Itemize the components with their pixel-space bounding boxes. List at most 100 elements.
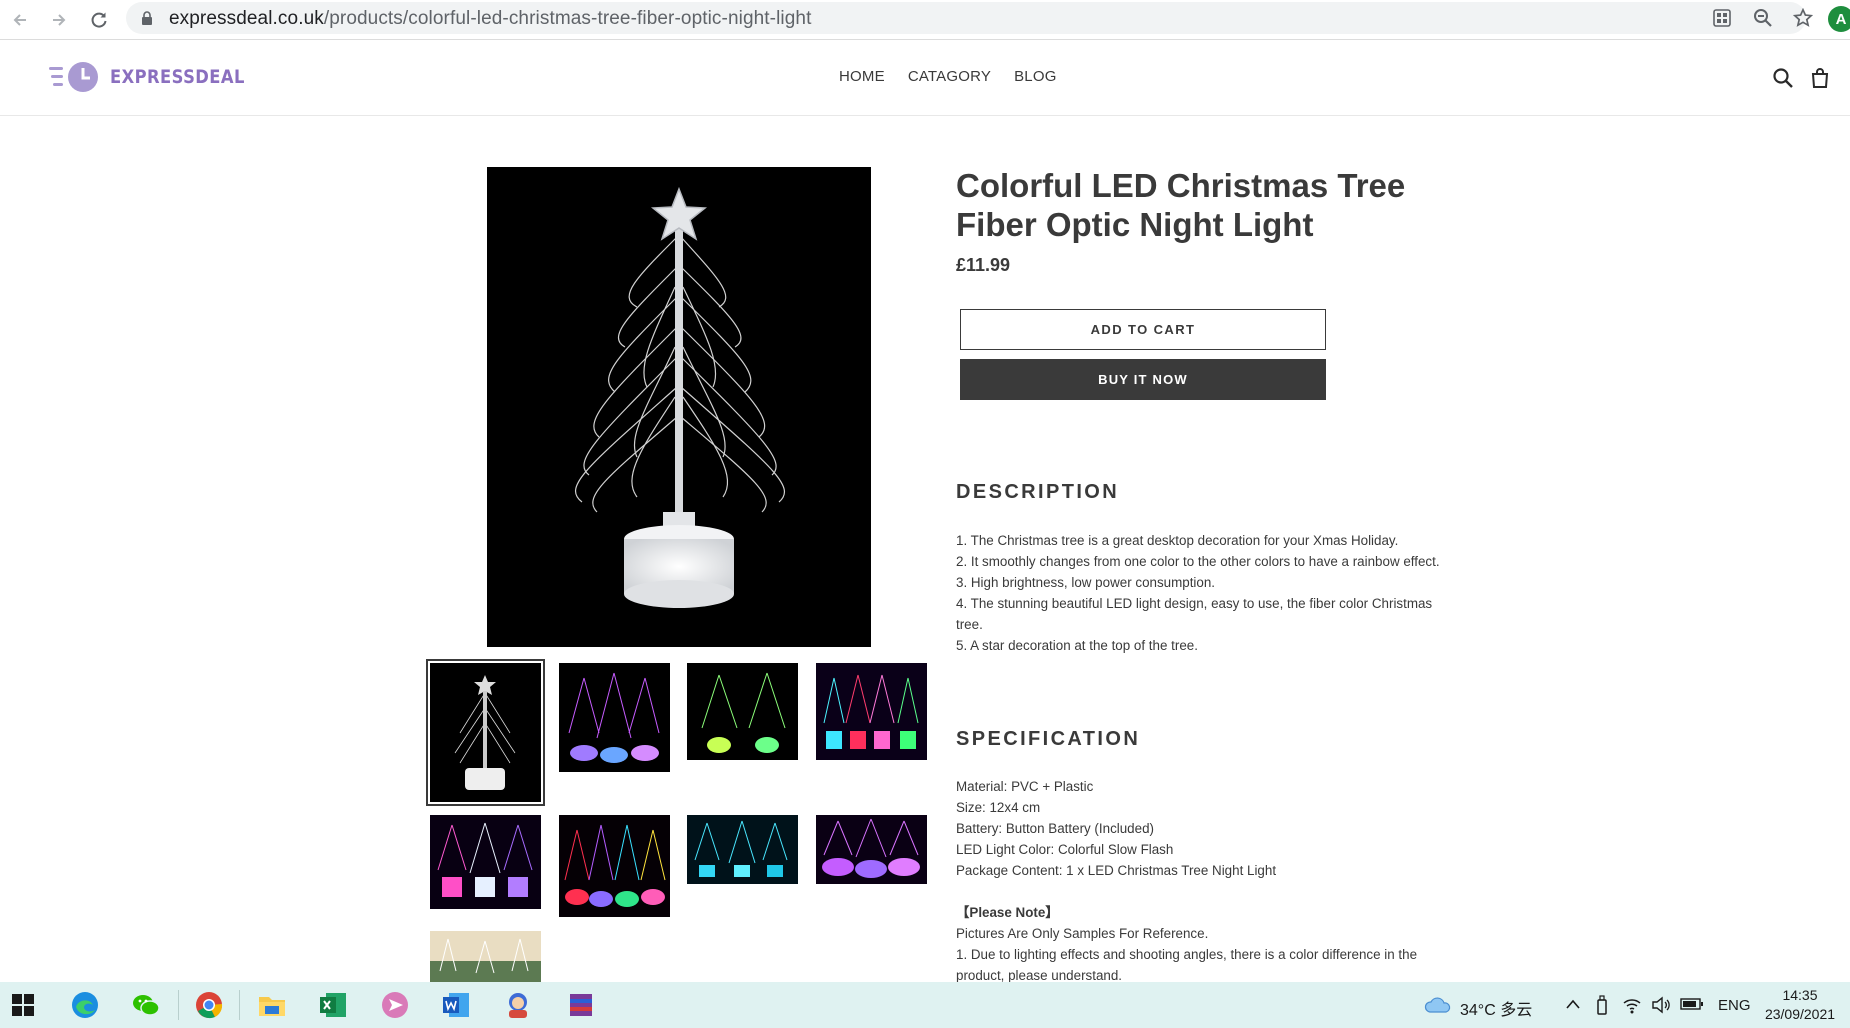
windows-taskbar: 34°C 多云 ENG 14:35 23/09/2021 (0, 982, 1850, 1028)
taskbar-game-app[interactable] (503, 990, 533, 1020)
bookmark-button[interactable] (1791, 6, 1815, 30)
battery-icon[interactable] (1680, 997, 1704, 1011)
note-text: 【Please Note】 Pictures Are Only Samples … (956, 902, 1456, 982)
thumbnail-7[interactable] (687, 815, 798, 884)
product-price: £11.99 (956, 255, 1011, 275)
edge-browser-icon (72, 992, 98, 1018)
address-bar[interactable]: expressdeal.co.uk/products/colorful-led-… (126, 2, 1813, 34)
spec-line: Battery: Button Battery (Included) (956, 821, 1154, 836)
thumbnail-8[interactable] (816, 815, 927, 884)
wifi-icon[interactable] (1622, 995, 1642, 1015)
winrar-icon (570, 994, 592, 1016)
excel-icon (320, 993, 346, 1017)
cart-bag-icon[interactable] (1808, 66, 1832, 90)
star-icon (1793, 8, 1813, 27)
thumb-rainbow-trees-image (559, 815, 670, 917)
taskbar-clock[interactable]: 14:35 23/09/2021 (1760, 986, 1840, 1024)
specification-heading: SPECIFICATION (956, 728, 1141, 750)
product-main-image[interactable] (487, 167, 871, 647)
main-navigation: HOME CATAGORY BLOG (839, 68, 1080, 85)
product-title: Colorful LED Christmas Tree Fiber Optic … (956, 167, 1406, 243)
spec-line: Size: 12x4 cm (956, 800, 1041, 815)
input-language[interactable]: ENG (1718, 997, 1751, 1014)
profile-avatar[interactable]: A (1828, 6, 1850, 32)
note-line: Pictures Are Only Samples For Reference. (956, 926, 1209, 941)
weather-cloud-icon (1424, 997, 1451, 1013)
back-button[interactable] (6, 6, 34, 34)
description-line: 2. It smoothly changes from one color to… (956, 554, 1440, 569)
zoom-button[interactable] (1751, 6, 1775, 30)
folder-icon (259, 997, 285, 1016)
description-line: 5. A star decoration at the top of the t… (956, 638, 1198, 653)
spec-line: Package Content: 1 x LED Christmas Tree … (956, 863, 1277, 878)
url-path: /products/colorful-led-christmas-tree-fi… (323, 8, 812, 29)
add-to-cart-button[interactable]: ADD TO CART (960, 309, 1326, 350)
weather-text[interactable]: 34°C 多云 (1460, 996, 1532, 1020)
taskbar-separator (239, 990, 240, 1020)
description-line: 1. The Christmas tree is a great desktop… (956, 533, 1399, 548)
start-button[interactable] (8, 990, 38, 1020)
specification-text: Material: PVC + Plastic Size: 12x4 cm Ba… (956, 776, 1456, 881)
zoom-out-icon (1754, 9, 1772, 27)
thumb-multicolor-trees-image (816, 663, 927, 760)
url-text: expressdeal.co.uk/products/colorful-led-… (169, 8, 811, 30)
buy-it-now-button[interactable]: BUY IT NOW (960, 359, 1326, 400)
grid-icon (1713, 9, 1731, 27)
nav-home[interactable]: HOME (839, 68, 885, 85)
reload-icon (91, 12, 107, 28)
send-arrow-app-icon (382, 992, 408, 1018)
forward-button[interactable] (45, 6, 73, 34)
description-line: 3. High brightness, low power consumptio… (956, 575, 1216, 590)
back-arrow-icon (13, 14, 26, 26)
description-line: 4. The stunning beautiful LED light desi… (956, 596, 1433, 632)
taskbar-separator (178, 990, 179, 1020)
thumbnail-4[interactable] (816, 663, 927, 760)
thumbnail-1[interactable] (426, 659, 545, 806)
thumb-purple-trees-image (559, 663, 670, 772)
note-line: 1. Due to lighting effects and shooting … (956, 947, 1418, 982)
install-app-button[interactable] (1710, 6, 1734, 30)
thumbnail-5[interactable] (430, 815, 541, 909)
url-host: expressdeal.co.uk (169, 8, 324, 29)
taskbar-wechat[interactable] (131, 990, 161, 1020)
taskbar-file-explorer[interactable] (257, 990, 287, 1020)
taskbar-word[interactable] (441, 990, 471, 1020)
taskbar-excel[interactable] (318, 990, 348, 1020)
note-heading: 【Please Note】 (956, 905, 1059, 920)
thumb-green-trees-image (687, 663, 798, 760)
thumb-trees-display-image (430, 931, 541, 982)
description-text: 1. The Christmas tree is a great desktop… (956, 530, 1456, 656)
taskbar-app-pink[interactable] (380, 990, 410, 1020)
thumbnail-6[interactable] (559, 815, 670, 917)
forward-arrow-icon (53, 14, 66, 26)
windows-logo-icon (12, 994, 34, 1016)
thumbnail-9[interactable] (430, 931, 541, 982)
browser-toolbar: expressdeal.co.uk/products/colorful-led-… (0, 0, 1850, 40)
taskbar-chrome[interactable] (194, 990, 224, 1020)
nav-blog[interactable]: BLOG (1014, 68, 1056, 85)
lock-icon (142, 11, 152, 25)
thumb-white-tree-image (430, 663, 541, 802)
thumbnail-2[interactable] (559, 663, 670, 772)
thumbnail-3[interactable] (687, 663, 798, 760)
description-heading: DESCRIPTION (956, 481, 1120, 503)
word-icon (443, 993, 469, 1017)
taskbar-edge[interactable] (70, 990, 100, 1020)
search-icon[interactable] (1771, 66, 1795, 90)
chevron-up-icon[interactable] (1565, 998, 1581, 1010)
reload-button[interactable] (85, 6, 113, 34)
wechat-icon (133, 995, 160, 1016)
thumb-cyan-trees-image (687, 815, 798, 884)
clock-date: 23/09/2021 (1764, 1006, 1836, 1022)
store-logo[interactable]: EXPRESSDEAL (48, 60, 267, 94)
fiber-optic-tree-image (487, 167, 871, 647)
logo-clock-icon (49, 62, 98, 92)
speaker-icon[interactable] (1651, 995, 1671, 1015)
game-character-icon (509, 993, 527, 1018)
spec-line: LED Light Color: Colorful Slow Flash (956, 842, 1174, 857)
usb-device-icon[interactable] (1595, 994, 1609, 1016)
nav-catagory[interactable]: CATAGORY (908, 68, 991, 85)
logo-text: EXPRESSDEAL (110, 66, 245, 88)
taskbar-archive-app[interactable] (566, 990, 596, 1020)
thumb-violet-trees-image (816, 815, 927, 884)
